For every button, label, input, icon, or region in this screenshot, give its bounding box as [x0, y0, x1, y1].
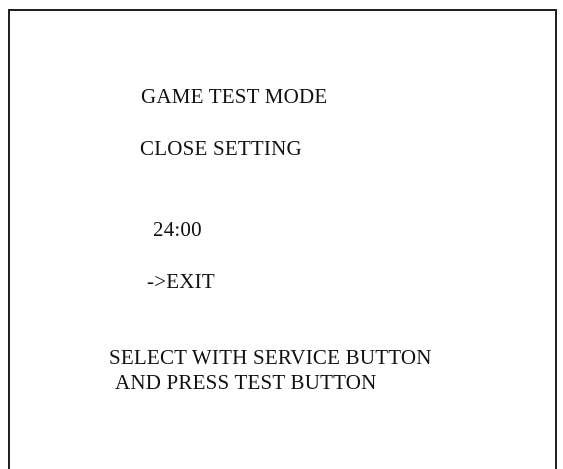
test-mode-title: GAME TEST MODE: [141, 84, 328, 108]
test-mode-screen-frame: [8, 9, 557, 469]
close-setting-heading: CLOSE SETTING: [140, 136, 302, 160]
close-time-value[interactable]: 24:00: [153, 217, 202, 241]
instruction-line-2: AND PRESS TEST BUTTON: [115, 370, 377, 394]
exit-menu-option[interactable]: ->EXIT: [147, 269, 215, 293]
instruction-line-1: SELECT WITH SERVICE BUTTON: [109, 345, 432, 369]
